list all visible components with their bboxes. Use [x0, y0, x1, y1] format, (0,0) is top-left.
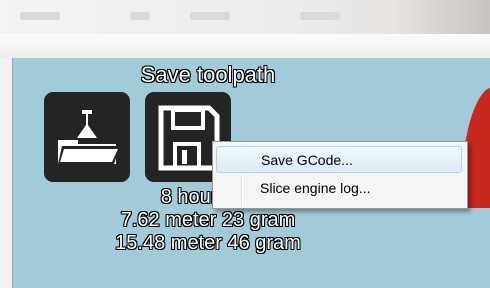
menu-item-slice-engine-log[interactable]: Slice engine log...	[216, 175, 462, 202]
blurred-title-text	[300, 12, 340, 20]
filament-usage-text-2: 15.48 meter 46 gram	[115, 232, 301, 254]
menu-bar	[0, 34, 490, 59]
blurred-title-text	[20, 12, 60, 20]
window-title-bar	[0, 0, 490, 34]
left-panel-edge	[0, 58, 13, 288]
filament-usage-text: 7.62 meter 23 gram	[120, 209, 296, 231]
menu-item-save-gcode[interactable]: Save GCode...	[216, 146, 462, 173]
save-context-menu: Save GCode... Slice engine log...	[212, 141, 468, 209]
blurred-title-text	[190, 12, 230, 20]
save-toolpath-title: Save toolpath	[140, 62, 276, 87]
blurred-title-text	[130, 12, 150, 20]
print-icon	[58, 110, 120, 164]
print-button[interactable]	[44, 92, 130, 182]
